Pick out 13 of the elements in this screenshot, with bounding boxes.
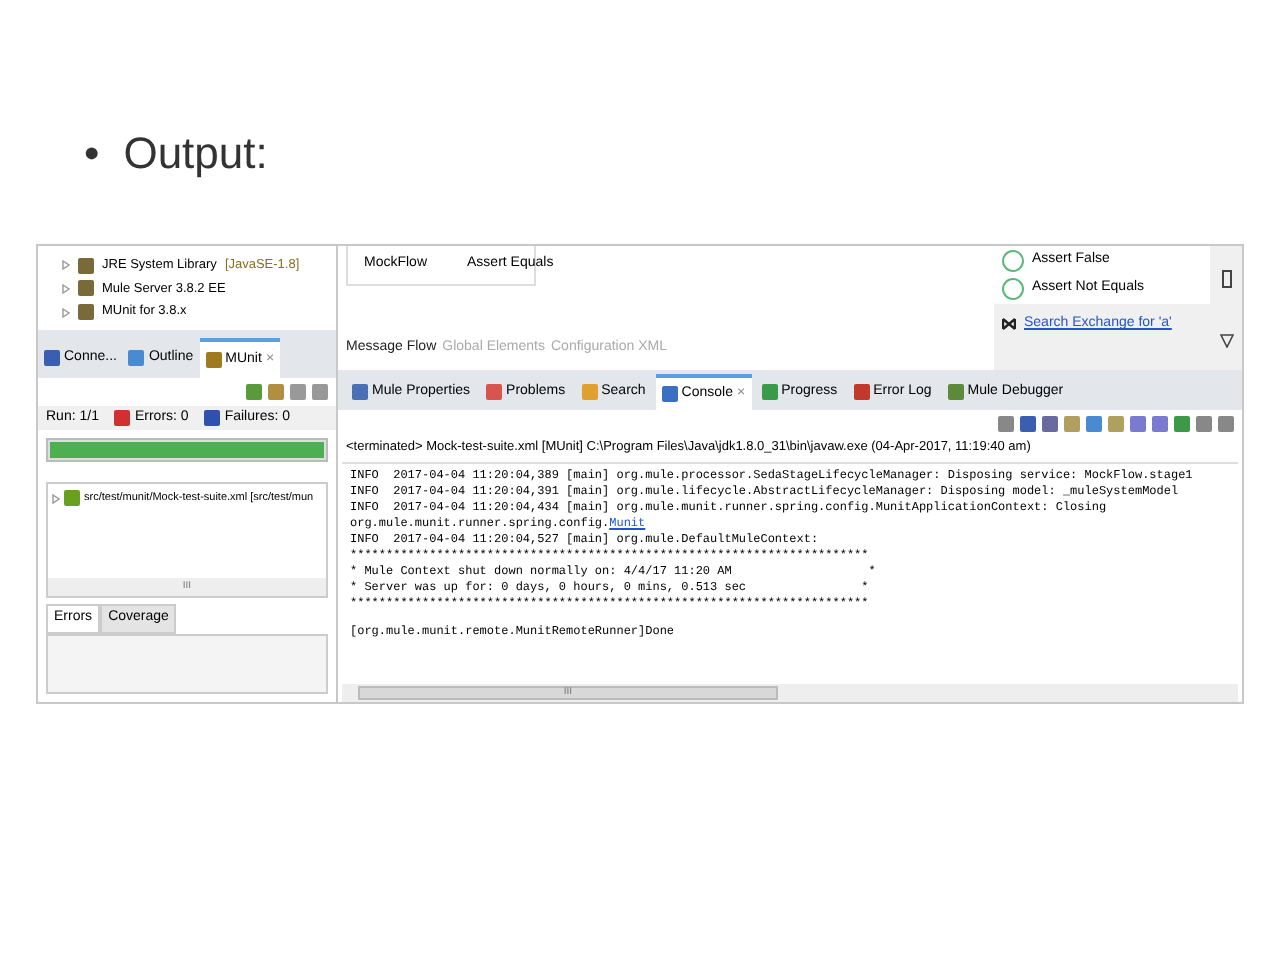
slide-heading: Output:: [123, 126, 268, 182]
expand-icon[interactable]: [52, 493, 60, 504]
bullet: •: [84, 126, 100, 182]
expand-icon[interactable]: [62, 307, 70, 318]
tab-icon: [44, 350, 60, 366]
assert-icon: [1002, 278, 1024, 300]
expand-icon[interactable]: [62, 260, 70, 271]
filter-icon[interactable]: [1219, 333, 1233, 347]
assert-icon: [1002, 250, 1024, 272]
tab-icon: [128, 350, 145, 366]
exchange-icon: [1002, 318, 1016, 331]
tab-icon: [205, 352, 222, 368]
expand-icon[interactable]: [62, 283, 70, 294]
